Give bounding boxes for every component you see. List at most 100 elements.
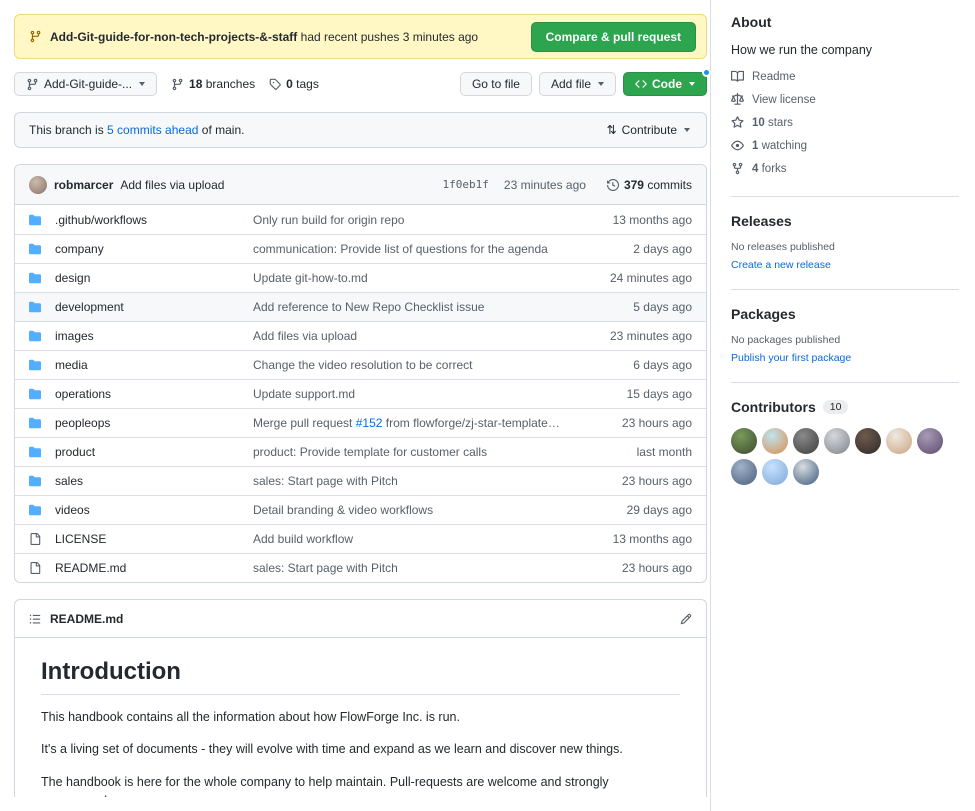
- commit-message-link[interactable]: Only run build for origin repo: [253, 213, 562, 227]
- file-name-link[interactable]: images: [55, 329, 253, 343]
- file-name-link[interactable]: .github/workflows: [55, 213, 253, 227]
- file-name-link[interactable]: LICENSE: [55, 532, 253, 546]
- sidebar-item-view-license[interactable]: View license: [731, 88, 959, 111]
- file-name-link[interactable]: media: [55, 358, 253, 372]
- folder-icon: [29, 243, 55, 255]
- list-unordered-icon[interactable]: [29, 613, 41, 625]
- commits-ahead-link[interactable]: 5 commits ahead: [107, 123, 198, 137]
- law-icon: [731, 93, 744, 106]
- file-name-link[interactable]: company: [55, 242, 253, 256]
- chevron-down-icon: [598, 82, 604, 86]
- file-name-link[interactable]: README.md: [55, 561, 253, 575]
- chevron-down-icon: [684, 128, 690, 132]
- commit-author-link[interactable]: robmarcer: [54, 178, 113, 192]
- go-to-file-button[interactable]: Go to file: [460, 72, 532, 96]
- releases-section: Releases No releases published Create a …: [731, 213, 959, 273]
- readme-header: README.md: [15, 600, 706, 638]
- commit-message-link[interactable]: Update git-how-to.md: [253, 271, 562, 285]
- commit-message-link[interactable]: Add reference to New Repo Checklist issu…: [253, 300, 562, 314]
- file-name-link[interactable]: design: [55, 271, 253, 285]
- contributor-avatar[interactable]: [762, 428, 788, 454]
- compare-pull-request-button[interactable]: Compare & pull request: [531, 22, 696, 52]
- commit-message-link[interactable]: Change the video resolution to be correc…: [253, 358, 562, 372]
- commit-message-link[interactable]: product: Provide template for customer c…: [253, 445, 562, 459]
- packages-section: Packages No packages published Publish y…: [731, 306, 959, 366]
- file-icon: [29, 533, 55, 545]
- branch-status-bar: This branch is 5 commits ahead of main. …: [14, 112, 707, 148]
- contributor-avatar[interactable]: [793, 428, 819, 454]
- commit-hash-link[interactable]: 1f0eb1f: [443, 178, 489, 191]
- commit-message-link[interactable]: sales: Start page with Pitch: [253, 561, 562, 575]
- folder-icon: [29, 388, 55, 400]
- commit-time: last month: [562, 445, 692, 459]
- git-branch-icon: [26, 78, 39, 91]
- divider: [731, 196, 959, 197]
- commit-message-link[interactable]: Merge pull request #152 from flowforge/z…: [253, 416, 562, 430]
- file-row: README.mdsales: Start page with Pitch23 …: [15, 553, 706, 582]
- readme-paragraph: This handbook contains all the informati…: [41, 708, 680, 727]
- commit-message-link[interactable]: communication: Provide list of questions…: [253, 242, 562, 256]
- sidebar-item-label: View license: [752, 94, 816, 106]
- create-release-link[interactable]: Create a new release: [731, 259, 831, 271]
- commit-message-link[interactable]: Detail branding & video workflows: [253, 503, 562, 517]
- contribute-button[interactable]: ⇅ Contribute: [601, 122, 696, 138]
- sidebar-item-stars[interactable]: 10 stars: [731, 111, 959, 134]
- commit-message-link[interactable]: sales: Start page with Pitch: [253, 474, 562, 488]
- commit-time: 23 minutes ago: [562, 329, 692, 343]
- publish-package-link[interactable]: Publish your first package: [731, 352, 851, 364]
- commit-time: 29 days ago: [562, 503, 692, 517]
- eye-icon: [731, 139, 744, 152]
- pull-request-link[interactable]: #152: [356, 416, 383, 430]
- contributor-avatar[interactable]: [917, 428, 943, 454]
- contributors-count-badge: 10: [823, 400, 849, 414]
- recent-push-message: had recent pushes 3 minutes ago: [301, 30, 478, 44]
- folder-icon: [29, 359, 55, 371]
- contributor-avatar[interactable]: [762, 459, 788, 485]
- folder-icon: [29, 214, 55, 226]
- contributors-section: Contributors 10: [731, 399, 959, 485]
- contributor-avatar[interactable]: [855, 428, 881, 454]
- commit-message-link[interactable]: Add build workflow: [253, 532, 562, 546]
- file-name-link[interactable]: product: [55, 445, 253, 459]
- fork-icon: [731, 162, 744, 175]
- file-name-link[interactable]: sales: [55, 474, 253, 488]
- sidebar-item-forks[interactable]: 4 forks: [731, 157, 959, 180]
- file-name-link[interactable]: peopleops: [55, 416, 253, 430]
- file-name-link[interactable]: videos: [55, 503, 253, 517]
- file-row: operationsUpdate support.md15 days ago: [15, 379, 706, 408]
- commit-message-link[interactable]: Add files via upload: [120, 178, 224, 192]
- readme-paragraph: The handbook is here for the whole compa…: [41, 773, 680, 797]
- repo-toolbar: Add-Git-guide-... 18 branches 0 tags Go …: [14, 72, 707, 96]
- branch-selector-button[interactable]: Add-Git-guide-...: [14, 72, 157, 96]
- history-icon: [607, 179, 619, 191]
- sidebar-item-watching[interactable]: 1 watching: [731, 134, 959, 157]
- commit-time: 6 days ago: [562, 358, 692, 372]
- add-file-button[interactable]: Add file: [539, 72, 616, 96]
- branches-link[interactable]: 18 branches: [171, 77, 255, 91]
- contributor-avatar[interactable]: [793, 459, 819, 485]
- code-button[interactable]: Code: [623, 72, 707, 96]
- commit-message-link[interactable]: Add files via upload: [253, 329, 562, 343]
- file-name-link[interactable]: operations: [55, 387, 253, 401]
- code-notification-dot: [702, 68, 711, 77]
- tags-link[interactable]: 0 tags: [269, 77, 319, 91]
- releases-empty-text: No releases published: [731, 241, 959, 253]
- about-title: About: [731, 14, 959, 30]
- contributor-avatar[interactable]: [886, 428, 912, 454]
- sidebar-item-readme[interactable]: Readme: [731, 65, 959, 88]
- contributor-avatar[interactable]: [731, 428, 757, 454]
- folder-icon: [29, 417, 55, 429]
- file-name-link[interactable]: development: [55, 300, 253, 314]
- commit-message-link[interactable]: Update support.md: [253, 387, 562, 401]
- commit-author-avatar[interactable]: [29, 176, 47, 194]
- file-row: videosDetail branding & video workflows2…: [15, 495, 706, 524]
- releases-title: Releases: [731, 213, 959, 229]
- contributor-avatar[interactable]: [731, 459, 757, 485]
- commit-history-link[interactable]: 379 commits: [607, 178, 692, 192]
- readme-filename: README.md: [50, 612, 123, 626]
- divider: [731, 289, 959, 290]
- contributor-avatar[interactable]: [824, 428, 850, 454]
- folder-icon: [29, 475, 55, 487]
- pencil-icon[interactable]: [680, 613, 692, 625]
- sidebar-item-label: 10 stars: [752, 117, 793, 129]
